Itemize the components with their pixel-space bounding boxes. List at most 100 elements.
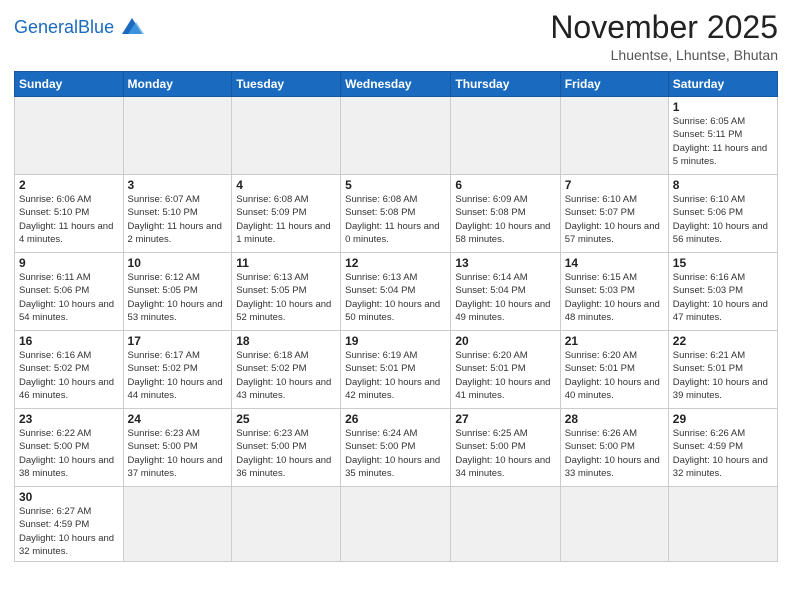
day-info: Sunrise: 6:24 AM Sunset: 5:00 PM Dayligh… (345, 427, 446, 480)
table-row: 30Sunrise: 6:27 AM Sunset: 4:59 PM Dayli… (15, 487, 124, 562)
col-wednesday: Wednesday (341, 72, 451, 97)
table-row: 10Sunrise: 6:12 AM Sunset: 5:05 PM Dayli… (123, 253, 232, 331)
page: GeneralBlue November 2025 Lhuentse, Lhun… (0, 0, 792, 612)
day-info: Sunrise: 6:12 AM Sunset: 5:05 PM Dayligh… (128, 271, 228, 324)
col-thursday: Thursday (451, 72, 560, 97)
day-number: 24 (128, 412, 228, 426)
table-row: 6Sunrise: 6:09 AM Sunset: 5:08 PM Daylig… (451, 175, 560, 253)
logo-text: GeneralBlue (14, 18, 114, 38)
table-row: 5Sunrise: 6:08 AM Sunset: 5:08 PM Daylig… (341, 175, 451, 253)
day-number: 27 (455, 412, 555, 426)
table-row: 25Sunrise: 6:23 AM Sunset: 5:00 PM Dayli… (232, 409, 341, 487)
day-info: Sunrise: 6:13 AM Sunset: 5:04 PM Dayligh… (345, 271, 446, 324)
table-row (232, 97, 341, 175)
day-number: 10 (128, 256, 228, 270)
col-sunday: Sunday (15, 72, 124, 97)
day-number: 21 (565, 334, 664, 348)
day-info: Sunrise: 6:06 AM Sunset: 5:10 PM Dayligh… (19, 193, 119, 246)
table-row: 28Sunrise: 6:26 AM Sunset: 5:00 PM Dayli… (560, 409, 668, 487)
day-number: 20 (455, 334, 555, 348)
day-info: Sunrise: 6:26 AM Sunset: 4:59 PM Dayligh… (673, 427, 773, 480)
day-number: 17 (128, 334, 228, 348)
table-row (451, 487, 560, 562)
day-info: Sunrise: 6:19 AM Sunset: 5:01 PM Dayligh… (345, 349, 446, 402)
day-info: Sunrise: 6:27 AM Sunset: 4:59 PM Dayligh… (19, 505, 119, 558)
table-row: 23Sunrise: 6:22 AM Sunset: 5:00 PM Dayli… (15, 409, 124, 487)
subtitle: Lhuentse, Lhuntse, Bhutan (550, 47, 778, 63)
day-number: 30 (19, 490, 119, 504)
table-row (341, 97, 451, 175)
table-row: 21Sunrise: 6:20 AM Sunset: 5:01 PM Dayli… (560, 331, 668, 409)
day-info: Sunrise: 6:16 AM Sunset: 5:02 PM Dayligh… (19, 349, 119, 402)
col-saturday: Saturday (668, 72, 777, 97)
table-row (560, 97, 668, 175)
day-info: Sunrise: 6:08 AM Sunset: 5:08 PM Dayligh… (345, 193, 446, 246)
day-number: 15 (673, 256, 773, 270)
calendar-week-row: 16Sunrise: 6:16 AM Sunset: 5:02 PM Dayli… (15, 331, 778, 409)
day-info: Sunrise: 6:10 AM Sunset: 5:07 PM Dayligh… (565, 193, 664, 246)
col-tuesday: Tuesday (232, 72, 341, 97)
day-number: 23 (19, 412, 119, 426)
day-info: Sunrise: 6:11 AM Sunset: 5:06 PM Dayligh… (19, 271, 119, 324)
day-number: 5 (345, 178, 446, 192)
day-info: Sunrise: 6:14 AM Sunset: 5:04 PM Dayligh… (455, 271, 555, 324)
day-info: Sunrise: 6:09 AM Sunset: 5:08 PM Dayligh… (455, 193, 555, 246)
table-row: 11Sunrise: 6:13 AM Sunset: 5:05 PM Dayli… (232, 253, 341, 331)
table-row: 13Sunrise: 6:14 AM Sunset: 5:04 PM Dayli… (451, 253, 560, 331)
table-row (668, 487, 777, 562)
day-info: Sunrise: 6:20 AM Sunset: 5:01 PM Dayligh… (455, 349, 555, 402)
day-info: Sunrise: 6:21 AM Sunset: 5:01 PM Dayligh… (673, 349, 773, 402)
day-info: Sunrise: 6:10 AM Sunset: 5:06 PM Dayligh… (673, 193, 773, 246)
table-row: 27Sunrise: 6:25 AM Sunset: 5:00 PM Dayli… (451, 409, 560, 487)
table-row: 20Sunrise: 6:20 AM Sunset: 5:01 PM Dayli… (451, 331, 560, 409)
table-row: 9Sunrise: 6:11 AM Sunset: 5:06 PM Daylig… (15, 253, 124, 331)
logo-icon (118, 14, 146, 42)
day-info: Sunrise: 6:07 AM Sunset: 5:10 PM Dayligh… (128, 193, 228, 246)
day-info: Sunrise: 6:20 AM Sunset: 5:01 PM Dayligh… (565, 349, 664, 402)
day-number: 11 (236, 256, 336, 270)
day-info: Sunrise: 6:13 AM Sunset: 5:05 PM Dayligh… (236, 271, 336, 324)
calendar-header-row: Sunday Monday Tuesday Wednesday Thursday… (15, 72, 778, 97)
table-row: 7Sunrise: 6:10 AM Sunset: 5:07 PM Daylig… (560, 175, 668, 253)
table-row: 3Sunrise: 6:07 AM Sunset: 5:10 PM Daylig… (123, 175, 232, 253)
calendar-week-row: 9Sunrise: 6:11 AM Sunset: 5:06 PM Daylig… (15, 253, 778, 331)
day-info: Sunrise: 6:26 AM Sunset: 5:00 PM Dayligh… (565, 427, 664, 480)
day-number: 9 (19, 256, 119, 270)
table-row: 4Sunrise: 6:08 AM Sunset: 5:09 PM Daylig… (232, 175, 341, 253)
table-row: 1Sunrise: 6:05 AM Sunset: 5:11 PM Daylig… (668, 97, 777, 175)
title-block: November 2025 Lhuentse, Lhuntse, Bhutan (550, 10, 778, 63)
table-row: 17Sunrise: 6:17 AM Sunset: 5:02 PM Dayli… (123, 331, 232, 409)
day-number: 2 (19, 178, 119, 192)
table-row: 16Sunrise: 6:16 AM Sunset: 5:02 PM Dayli… (15, 331, 124, 409)
day-number: 14 (565, 256, 664, 270)
day-info: Sunrise: 6:23 AM Sunset: 5:00 PM Dayligh… (236, 427, 336, 480)
day-info: Sunrise: 6:22 AM Sunset: 5:00 PM Dayligh… (19, 427, 119, 480)
table-row (451, 97, 560, 175)
logo-general: General (14, 17, 78, 37)
day-number: 1 (673, 100, 773, 114)
table-row: 2Sunrise: 6:06 AM Sunset: 5:10 PM Daylig… (15, 175, 124, 253)
col-monday: Monday (123, 72, 232, 97)
day-number: 19 (345, 334, 446, 348)
day-info: Sunrise: 6:15 AM Sunset: 5:03 PM Dayligh… (565, 271, 664, 324)
table-row: 8Sunrise: 6:10 AM Sunset: 5:06 PM Daylig… (668, 175, 777, 253)
day-number: 13 (455, 256, 555, 270)
day-info: Sunrise: 6:08 AM Sunset: 5:09 PM Dayligh… (236, 193, 336, 246)
table-row: 19Sunrise: 6:19 AM Sunset: 5:01 PM Dayli… (341, 331, 451, 409)
calendar-week-row: 2Sunrise: 6:06 AM Sunset: 5:10 PM Daylig… (15, 175, 778, 253)
table-row: 15Sunrise: 6:16 AM Sunset: 5:03 PM Dayli… (668, 253, 777, 331)
day-number: 26 (345, 412, 446, 426)
table-row: 22Sunrise: 6:21 AM Sunset: 5:01 PM Dayli… (668, 331, 777, 409)
month-title: November 2025 (550, 10, 778, 45)
day-number: 25 (236, 412, 336, 426)
day-info: Sunrise: 6:18 AM Sunset: 5:02 PM Dayligh… (236, 349, 336, 402)
table-row (560, 487, 668, 562)
day-number: 16 (19, 334, 119, 348)
table-row (341, 487, 451, 562)
logo-blue: Blue (78, 17, 114, 37)
day-number: 18 (236, 334, 336, 348)
day-number: 22 (673, 334, 773, 348)
calendar-week-row: 23Sunrise: 6:22 AM Sunset: 5:00 PM Dayli… (15, 409, 778, 487)
table-row: 26Sunrise: 6:24 AM Sunset: 5:00 PM Dayli… (341, 409, 451, 487)
table-row: 14Sunrise: 6:15 AM Sunset: 5:03 PM Dayli… (560, 253, 668, 331)
